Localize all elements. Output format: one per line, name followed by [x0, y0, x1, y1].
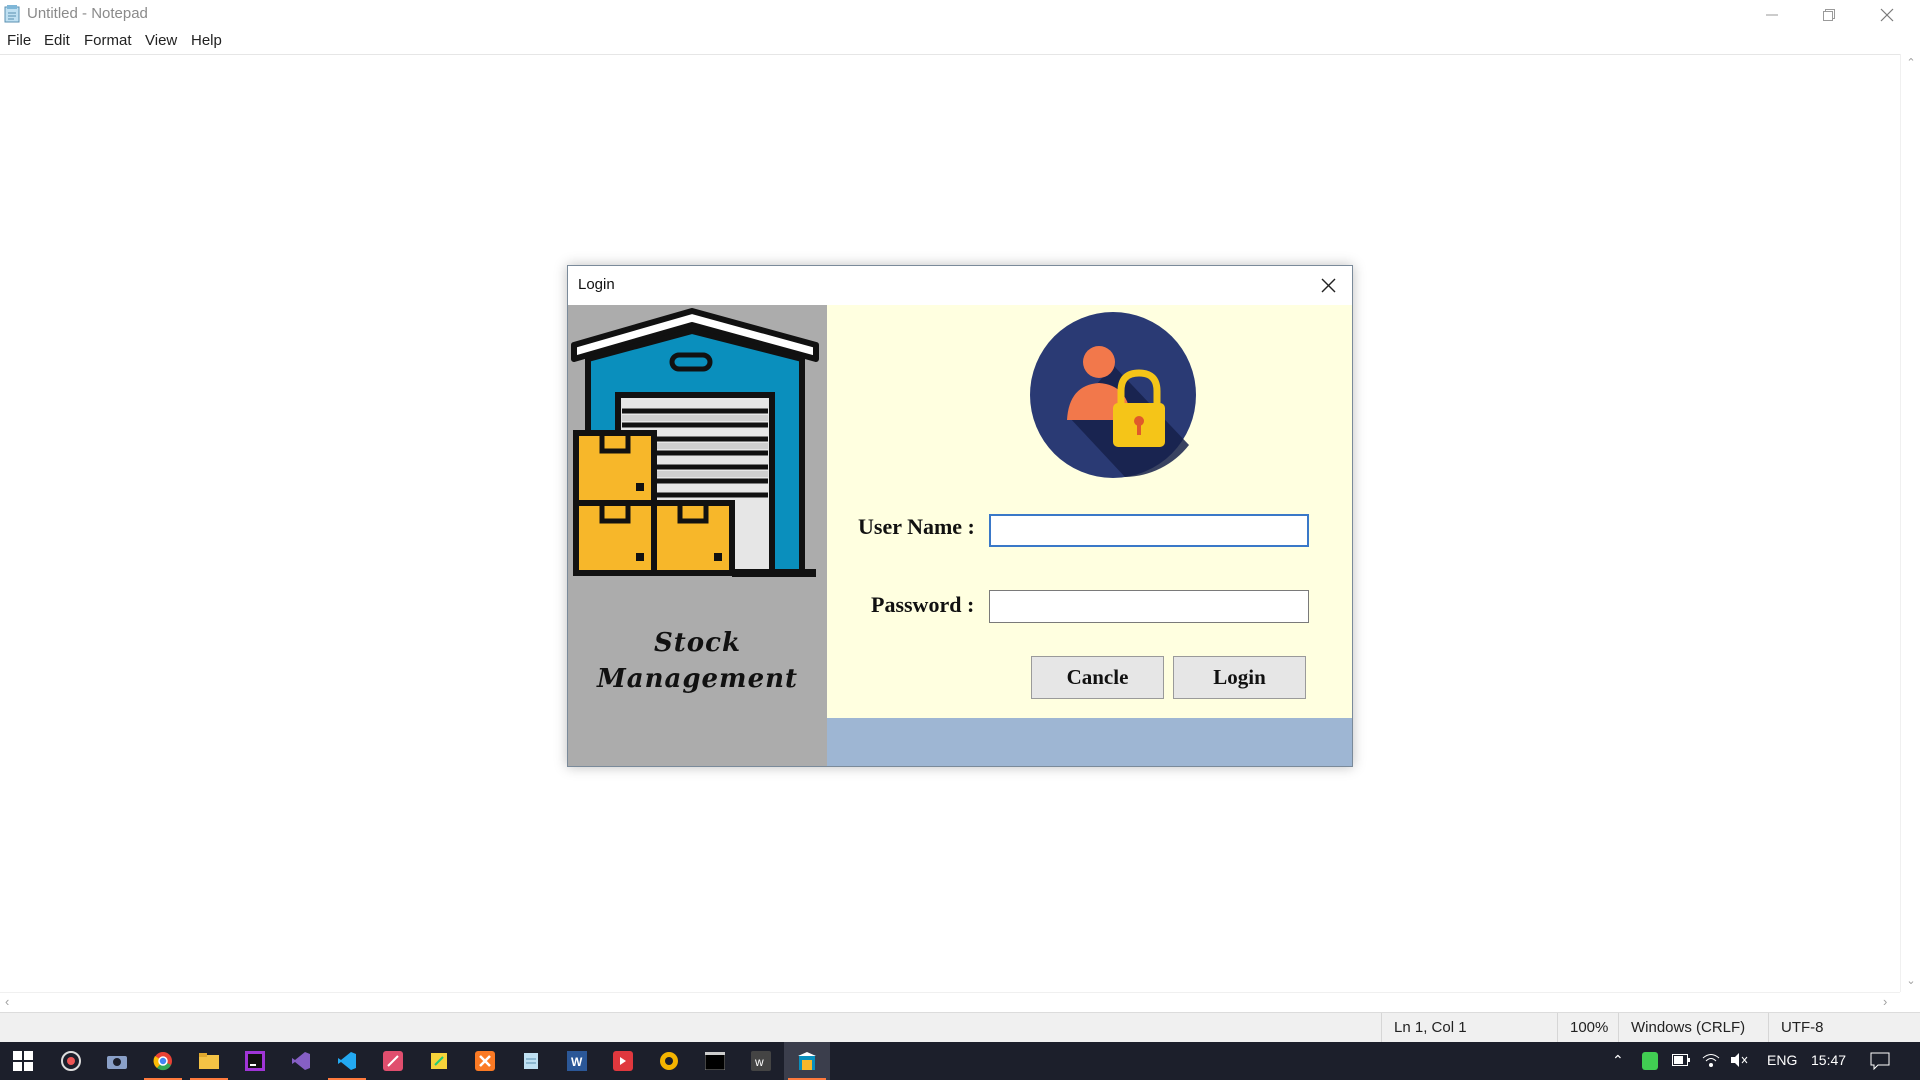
- quill-icon: [383, 1051, 403, 1071]
- restore-icon: [1822, 8, 1835, 21]
- taskbar-word[interactable]: W: [554, 1042, 600, 1080]
- visual-studio-icon: [292, 1052, 310, 1070]
- brand-line-1: Stock: [654, 628, 741, 658]
- status-zoom: 100%: [1557, 1013, 1618, 1043]
- brand-panel: Stock Management: [568, 305, 827, 766]
- taskbar-file-explorer[interactable]: [186, 1042, 232, 1080]
- scroll-corner: [1900, 992, 1920, 1012]
- taskbar-camera[interactable]: [94, 1042, 140, 1080]
- taskbar-terminal[interactable]: [692, 1042, 738, 1080]
- status-line-ending: Windows (CRLF): [1618, 1013, 1768, 1043]
- taskbar-visual-studio[interactable]: [278, 1042, 324, 1080]
- title-bar: Untitled - Notepad: [0, 0, 1920, 29]
- status-encoding: UTF-8: [1768, 1013, 1920, 1043]
- scroll-right-icon[interactable]: ›: [1883, 994, 1887, 1009]
- taskbar-jetbrains[interactable]: [232, 1042, 278, 1080]
- menu-edit[interactable]: Edit: [44, 32, 70, 49]
- stock-app-icon: [798, 1052, 816, 1070]
- file-explorer-icon: [199, 1053, 219, 1069]
- restore-button[interactable]: [1800, 0, 1857, 29]
- username-input[interactable]: [989, 514, 1309, 547]
- cancel-button[interactable]: Cancle: [1031, 656, 1164, 699]
- qt-icon[interactable]: [1642, 1052, 1658, 1070]
- taskbar-chrome[interactable]: [140, 1042, 186, 1080]
- horizontal-scrollbar[interactable]: ‹ ›: [0, 992, 1900, 1012]
- taskbar-app-red[interactable]: [600, 1042, 646, 1080]
- taskbar-stock-app[interactable]: [784, 1042, 830, 1080]
- menu-bar: File Edit Format View Help: [0, 29, 1920, 54]
- chevron-up-icon[interactable]: ⌃: [1612, 1052, 1624, 1069]
- svg-text:W: W: [571, 1055, 583, 1069]
- close-icon: [1880, 8, 1893, 21]
- wamp-icon: w: [751, 1051, 771, 1071]
- minimize-icon: [1765, 14, 1778, 15]
- vertical-scrollbar[interactable]: ⌃ ⌄: [1900, 54, 1920, 992]
- jetbrains-icon: [245, 1051, 265, 1071]
- brand-title: Stock Management: [568, 625, 827, 697]
- warehouse-icon: [571, 308, 819, 577]
- notepad-icon: [4, 5, 20, 23]
- menu-format[interactable]: Format: [84, 32, 132, 49]
- menu-help[interactable]: Help: [191, 32, 222, 49]
- taskbar-wamp[interactable]: w: [738, 1042, 784, 1080]
- windows-start-icon: [13, 1051, 33, 1071]
- language-indicator[interactable]: ENG: [1767, 1052, 1797, 1068]
- sticky-icon: [431, 1053, 447, 1069]
- word-icon: W: [567, 1051, 587, 1071]
- menu-file[interactable]: File: [7, 32, 31, 49]
- svg-text:w: w: [754, 1055, 764, 1069]
- taskbar-media[interactable]: [48, 1042, 94, 1080]
- terminal-icon: [705, 1052, 725, 1070]
- brand-line-2: Management: [596, 664, 799, 694]
- scroll-down-icon[interactable]: ⌄: [1901, 974, 1920, 987]
- close-icon: [1321, 278, 1335, 292]
- taskbar-notepad[interactable]: [508, 1042, 554, 1080]
- username-label: User Name :: [858, 514, 975, 539]
- camera-icon: [107, 1056, 127, 1069]
- password-input[interactable]: [989, 590, 1309, 623]
- status-position: Ln 1, Col 1: [1381, 1013, 1557, 1043]
- minimize-button[interactable]: [1743, 0, 1800, 29]
- vscode-icon: [338, 1052, 356, 1070]
- taskbar-xampp[interactable]: [462, 1042, 508, 1080]
- menu-view[interactable]: View: [145, 32, 177, 49]
- notification-icon[interactable]: [1870, 1052, 1890, 1070]
- taskbar-sticky[interactable]: [416, 1042, 462, 1080]
- status-bar: Ln 1, Col 1 100% Windows (CRLF) UTF-8: [0, 1012, 1920, 1043]
- chrome-icon: [153, 1052, 172, 1071]
- close-button[interactable]: [1858, 0, 1915, 29]
- taskbar-chrome-alt[interactable]: [646, 1042, 692, 1080]
- user-lock-icon: [1030, 312, 1196, 478]
- clock[interactable]: 15:47: [1811, 1052, 1846, 1068]
- dialog-title: Login: [578, 276, 615, 293]
- xampp-icon: [475, 1051, 495, 1071]
- scroll-up-icon[interactable]: ⌃: [1901, 56, 1920, 69]
- system-tray: ⌃ ENG 15:47: [1600, 1042, 1920, 1080]
- wifi-icon[interactable]: [1702, 1052, 1720, 1068]
- battery-icon[interactable]: [1672, 1054, 1690, 1066]
- taskbar-vscode[interactable]: [324, 1042, 370, 1080]
- start-button[interactable]: [0, 1042, 46, 1080]
- chrome-alt-icon: [660, 1052, 678, 1070]
- login-button[interactable]: Login: [1173, 656, 1306, 699]
- dialog-footer-strip: [827, 718, 1352, 766]
- taskbar: W w ⌃ ENG 15:47: [0, 1042, 1920, 1080]
- taskbar-quill[interactable]: [370, 1042, 416, 1080]
- notepad-icon: [524, 1053, 538, 1069]
- app-red-icon: [613, 1051, 633, 1071]
- dialog-close-button[interactable]: [1308, 268, 1348, 302]
- window-title: Untitled - Notepad: [27, 5, 148, 22]
- media-icon: [61, 1051, 81, 1071]
- scroll-left-icon[interactable]: ‹: [5, 994, 9, 1009]
- login-dialog: Login Stock Management User Name: Passw…: [567, 265, 1353, 767]
- password-label: Password :: [871, 592, 975, 617]
- volume-muted-icon[interactable]: [1730, 1052, 1748, 1068]
